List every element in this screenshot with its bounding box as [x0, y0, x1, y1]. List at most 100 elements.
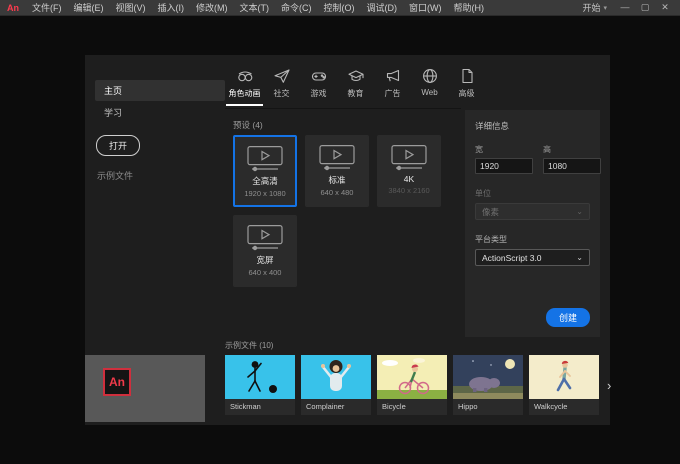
welcome-screen: 主页 学习 打开 示例文件 An 角色动画 社交 游戏 教育 广告 Web 高级… [85, 55, 611, 425]
face-icon [237, 71, 252, 82]
tab-label: 高级 [458, 89, 475, 98]
chevron-down-icon: ▾ [603, 4, 607, 12]
platform-select[interactable]: ActionScript 3.0 ⌄ [475, 249, 590, 266]
stage-preset-icon [247, 146, 283, 172]
presets-header: 预设 (4) [233, 120, 263, 130]
menu-help[interactable]: 帮助(H) [448, 0, 491, 15]
preset-name: 4K [403, 174, 415, 184]
stage-preset-icon [247, 225, 283, 251]
menu-control[interactable]: 控制(O) [318, 0, 361, 15]
animate-logo-icon: An [7, 2, 19, 13]
tab-game[interactable]: 游戏 [300, 67, 337, 106]
preset-name: 宽屏 [256, 255, 274, 265]
preset-fullhd[interactable]: 全高清 1920 x 1080 [233, 135, 297, 207]
stage-preset-icon [319, 145, 355, 171]
sample-files-header: 示例文件 (10) [225, 341, 274, 350]
close-button[interactable]: ✕ [655, 0, 675, 15]
tab-social[interactable]: 社交 [263, 67, 300, 106]
stickman-thumbnail [225, 355, 295, 399]
tab-ads[interactable]: 广告 [374, 67, 411, 106]
animate-logo-badge: An [103, 368, 131, 396]
animate-branding-card: An [85, 355, 205, 422]
sample-walkcycle[interactable]: Walkcycle [529, 355, 599, 415]
chevron-down-icon: ⌄ [576, 253, 583, 262]
samples-next-chevron-icon[interactable]: › [605, 378, 611, 393]
graduation-cap-icon [347, 70, 364, 82]
sample-hippo[interactable]: Hippo [453, 355, 523, 415]
complainer-thumbnail [301, 355, 371, 399]
menu-modify[interactable]: 修改(M) [190, 0, 234, 15]
menu-commands[interactable]: 命令(C) [275, 0, 318, 15]
preset-name: 标准 [328, 175, 346, 185]
sample-files-row: Stickman Complainer Bicycle Hippo Walkcy… [225, 355, 611, 415]
tab-label: Web [421, 88, 438, 97]
menu-insert[interactable]: 插入(I) [152, 0, 191, 15]
tab-education[interactable]: 教育 [337, 67, 374, 106]
tab-web[interactable]: Web [411, 67, 448, 106]
sample-complainer[interactable]: Complainer [301, 355, 371, 415]
height-input[interactable] [543, 158, 601, 174]
tab-character-animation[interactable]: 角色动画 [226, 67, 263, 106]
menu-debug[interactable]: 调试(D) [361, 0, 404, 15]
units-label: 单位 [475, 189, 491, 198]
chevron-down-icon: ⌄ [576, 207, 583, 216]
sample-label: Bicycle [377, 399, 447, 415]
open-button[interactable]: 打开 [96, 135, 141, 156]
category-tabs: 角色动画 社交 游戏 教育 广告 Web 高级 [226, 67, 485, 106]
create-button[interactable]: 创建 [545, 308, 590, 327]
preset-size: 640 x 480 [320, 188, 354, 197]
stage-preset-icon [391, 145, 427, 171]
preset-size: 1920 x 1080 [244, 189, 286, 198]
platform-value: ActionScript 3.0 [482, 252, 542, 263]
game-controller-icon [311, 72, 326, 81]
dimension-fields: 宽 高 [475, 144, 601, 174]
paper-plane-icon [273, 69, 290, 83]
sidebar-sample-files-link[interactable]: 示例文件 [97, 169, 133, 182]
walkcycle-thumbnail [529, 355, 599, 399]
sidebar-item-home[interactable]: 主页 [95, 80, 225, 101]
details-panel: 详细信息 宽 高 单位 像素 ⌄ 平台类型 ActionScript 3.0 ⌄… [465, 110, 601, 337]
units-value: 像素 [482, 206, 500, 217]
sample-stickman[interactable]: Stickman [225, 355, 295, 415]
units-select: 像素 ⌄ [475, 203, 590, 220]
preset-4k[interactable]: 4K 3840 x 2160 [377, 135, 441, 207]
menu-file[interactable]: 文件(F) [26, 0, 68, 15]
tab-label: 社交 [273, 89, 290, 98]
tab-label: 广告 [384, 89, 401, 98]
details-title: 详细信息 [475, 121, 510, 131]
tab-label: 游戏 [310, 89, 327, 98]
tab-label: 教育 [347, 89, 364, 98]
preset-widescreen[interactable]: 宽屏 640 x 400 [233, 215, 297, 287]
hippo-thumbnail [453, 355, 523, 399]
tab-advanced[interactable]: 高级 [448, 67, 485, 106]
megaphone-icon [386, 69, 399, 82]
document-icon [461, 68, 473, 84]
menu-window[interactable]: 窗口(W) [403, 0, 448, 15]
sample-label: Complainer [301, 399, 371, 415]
preset-name: 全高清 [252, 176, 278, 186]
preset-standard[interactable]: 标准 640 x 480 [305, 135, 369, 207]
app-stage: 主页 学习 打开 示例文件 An 角色动画 社交 游戏 教育 广告 Web 高级… [0, 16, 680, 464]
width-input[interactable] [475, 158, 533, 174]
preset-size: 640 x 400 [248, 268, 282, 277]
sample-label: Walkcycle [529, 399, 599, 415]
sidebar-item-learn[interactable]: 学习 [95, 102, 225, 123]
menubar: An 文件(F) 编辑(E) 视图(V) 插入(I) 修改(M) 文本(T) 命… [0, 0, 680, 16]
height-label: 高 [543, 145, 551, 154]
preset-size: 3840 x 2160 [388, 186, 430, 195]
sample-bicycle[interactable]: Bicycle [377, 355, 447, 415]
menu-edit[interactable]: 编辑(E) [68, 0, 110, 15]
width-label: 宽 [475, 145, 483, 154]
globe-icon [422, 69, 437, 83]
sample-label: Hippo [453, 399, 523, 415]
menu-view[interactable]: 视图(V) [110, 0, 152, 15]
platform-label: 平台类型 [475, 235, 507, 244]
workspace-label: 开始 [582, 3, 601, 13]
tab-label: 角色动画 [228, 89, 261, 98]
preset-grid: 全高清 1920 x 1080 标准 640 x 480 4K 3840 x 2… [233, 135, 457, 287]
minimize-button[interactable]: — [615, 0, 635, 15]
maximize-button[interactable]: ▢ [635, 0, 655, 15]
workspace-switcher[interactable]: 开始 ▾ [574, 1, 615, 14]
menu-text[interactable]: 文本(T) [234, 0, 276, 15]
sample-label: Stickman [225, 399, 295, 415]
